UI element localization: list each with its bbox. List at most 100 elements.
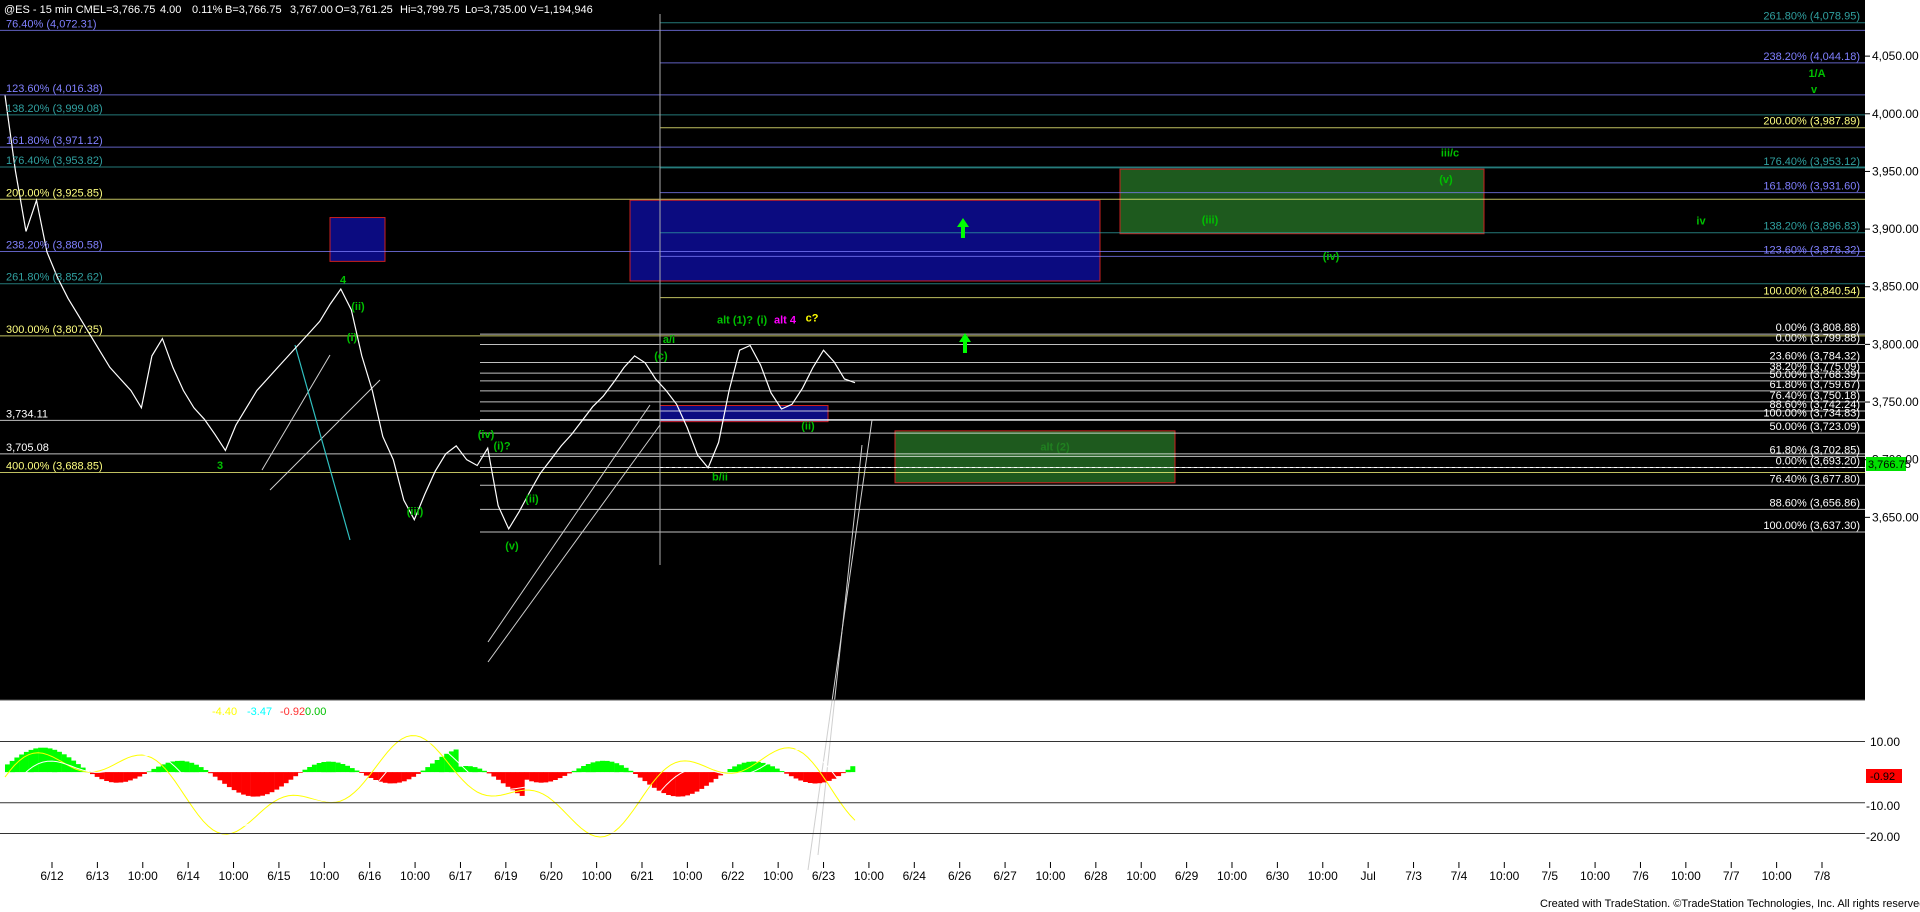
macd-bar-8 (42, 747, 48, 773)
macd-bar-100 (477, 768, 483, 773)
date-tick-label-8: 10:00 (400, 869, 430, 883)
macd-bar-165 (784, 772, 790, 774)
macd-bar-109 (519, 772, 525, 796)
macd-bar-178 (845, 769, 851, 773)
header-low: Lo=3,735.00 (465, 4, 526, 16)
blue-zone-large (629, 199, 1101, 282)
wave-label-22: iv (1696, 215, 1706, 227)
macd-bar-9 (47, 748, 53, 773)
macd-bar-90 (430, 763, 435, 773)
date-tick-label-37: 7/7 (1723, 869, 1740, 883)
macd-bar-58 (278, 772, 284, 787)
price-tick-label-2: 3,950.00 (1872, 164, 1919, 178)
macd-bar-91 (434, 760, 440, 773)
fib-label-right-22: 100.00% (3,637.30) (1763, 520, 1860, 532)
fib-label-left-1: 123.60% (4,016.38) (6, 83, 103, 95)
macd-bar-25 (123, 772, 129, 782)
macd-bar-69 (330, 761, 336, 773)
green-zone-upper (1119, 168, 1485, 235)
macd-bar-131 (623, 767, 629, 773)
macd-bar-104 (496, 772, 502, 780)
date-tick-label-39: 7/8 (1814, 869, 1831, 883)
wave-label-14: alt 4 (774, 315, 797, 327)
fib-label-left-0: 76.40% (4,072.31) (6, 18, 97, 30)
date-tick-label-38: 10:00 (1762, 869, 1792, 883)
header-volume: V=1,194,946 (530, 4, 593, 16)
fib-label-right-6: 123.60% (3,876.32) (1763, 244, 1860, 256)
date-tick-label-25: 6/29 (1175, 869, 1199, 883)
macd-bar-177 (840, 772, 846, 774)
macd-bar-61 (293, 772, 299, 777)
fib-label-left-9: 3,734.11 (6, 408, 48, 420)
macd-bar-63 (302, 769, 308, 773)
macd-bar-111 (529, 772, 535, 782)
footer-credit: Created with TradeStation. ©TradeStation… (1540, 898, 1920, 910)
macd-bar-37 (179, 760, 185, 773)
macd-value-4: 0.00 (305, 706, 326, 718)
macd-bar-134 (637, 772, 643, 778)
date-tick-label-1: 6/13 (86, 869, 110, 883)
header-change: 4.00 (160, 4, 181, 16)
macd-bar-133 (633, 772, 639, 774)
wave-label-21: iii/c (1441, 147, 1459, 159)
macd-bar-59 (283, 772, 289, 784)
fib-label-left-11: 400.00% (3,688.85) (6, 461, 103, 473)
date-tick-label-11: 6/20 (540, 869, 564, 883)
macd-bar-162 (770, 766, 775, 773)
macd-bar-68 (326, 761, 332, 773)
macd-bar-117 (557, 772, 563, 779)
macd-bar-108 (515, 772, 520, 794)
macd-bar-41 (198, 767, 204, 773)
macd-bar-113 (538, 772, 544, 783)
fib-label-right-19: 0.00% (3,693.20) (1776, 456, 1860, 468)
fib-label-right-20: 76.40% (3,677.80) (1769, 473, 1860, 485)
macd-bar-48 (231, 772, 237, 791)
macd-bar-82 (392, 772, 398, 784)
date-tick-label-15: 6/22 (721, 869, 745, 883)
macd-bar-50 (241, 772, 247, 795)
macd-bar-55 (264, 772, 270, 795)
macd-bar-65 (311, 764, 317, 773)
fib-label-right-17: 50.00% (3,723.09) (1769, 421, 1860, 433)
date-tick-label-23: 6/28 (1084, 869, 1108, 883)
wave-label-24: v (1811, 84, 1818, 96)
date-tick-label-30: 7/3 (1405, 869, 1422, 883)
fib-label-left-5: 200.00% (3,925.85) (6, 187, 103, 199)
fib-label-right-0: 261.80% (4,078.95) (1763, 11, 1860, 23)
date-tick-label-22: 10:00 (1035, 869, 1065, 883)
date-tick-label-4: 10:00 (219, 869, 249, 883)
macd-value-2: -3.47 (247, 706, 272, 718)
macd-bar-103 (491, 772, 497, 777)
date-tick-label-16: 10:00 (763, 869, 793, 883)
macd-bar-116 (552, 772, 558, 780)
date-tick-label-31: 7/4 (1451, 869, 1468, 883)
fib-label-left-7: 261.80% (3,852.62) (6, 272, 103, 284)
wave-label-9: a/i (663, 334, 675, 346)
fib-label-right-2: 200.00% (3,987.89) (1763, 116, 1860, 128)
date-tick-label-9: 6/17 (449, 869, 473, 883)
macd-bar-149 (708, 772, 714, 783)
fib-label-right-16: 100.00% (3,734.83) (1763, 408, 1860, 420)
header-bid: B=3,766.75 (225, 4, 282, 16)
macd-bar-24 (118, 772, 124, 783)
macd-bar-148 (703, 772, 709, 786)
header-ask: 3,767.00 (290, 4, 333, 16)
macd-bar-102 (486, 772, 492, 774)
price-tick-label-5: 3,800.00 (1872, 337, 1919, 351)
wave-label-7: (ii) (525, 493, 539, 505)
macd-bar-64 (307, 767, 313, 773)
date-tick-label-14: 10:00 (672, 869, 702, 883)
macd-bar-147 (699, 772, 705, 789)
macd-bar-136 (647, 772, 653, 785)
date-tick-label-33: 7/5 (1541, 869, 1558, 883)
macd-bar-128 (609, 761, 615, 773)
macd-bar-72 (345, 765, 350, 773)
macd-bar-89 (425, 767, 431, 773)
macd-bar-115 (548, 772, 554, 782)
macd-bar-49 (236, 772, 242, 793)
macd-bar-43 (208, 772, 214, 774)
date-tick-label-17: 6/23 (812, 869, 836, 883)
macd-value-1: -4.40 (212, 706, 237, 718)
fib-label-right-21: 88.60% (3,656.86) (1769, 497, 1860, 509)
fib-label-right-1: 238.20% (4,044.18) (1763, 51, 1860, 63)
